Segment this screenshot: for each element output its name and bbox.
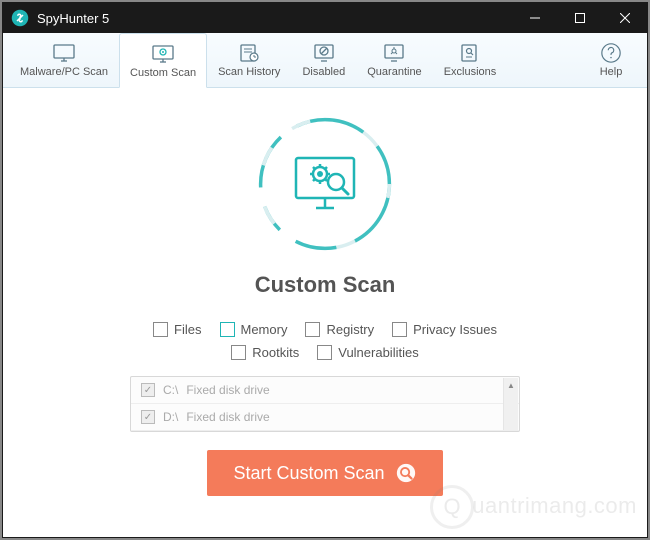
scan-action-icon bbox=[395, 462, 417, 484]
drive-desc: Fixed disk drive bbox=[186, 383, 269, 397]
app-icon bbox=[11, 9, 29, 27]
tab-disabled[interactable]: Disabled bbox=[291, 33, 356, 87]
option-privacy-issues[interactable]: Privacy Issues bbox=[392, 322, 497, 337]
main-content: Custom Scan Files Memory Registry Privac bbox=[3, 88, 647, 537]
tab-label: Exclusions bbox=[444, 66, 497, 78]
drive-desc: Fixed disk drive bbox=[186, 410, 269, 424]
start-scan-button[interactable]: Start Custom Scan bbox=[207, 450, 442, 496]
tab-scan-history[interactable]: Scan History bbox=[207, 33, 291, 87]
blocked-icon bbox=[312, 42, 336, 64]
quarantine-icon bbox=[382, 42, 406, 64]
checkbox-icon bbox=[305, 322, 320, 337]
tab-malware-scan[interactable]: Malware/PC Scan bbox=[9, 33, 119, 87]
drive-letter: D:\ bbox=[163, 410, 178, 424]
tab-label: Custom Scan bbox=[130, 67, 196, 79]
window-title: SpyHunter 5 bbox=[37, 11, 512, 26]
checkbox-icon bbox=[220, 322, 235, 337]
tab-label: Disabled bbox=[302, 66, 345, 78]
minimize-button[interactable] bbox=[512, 3, 557, 33]
start-button-label: Start Custom Scan bbox=[233, 463, 384, 484]
hero-graphic bbox=[255, 114, 395, 254]
checkbox-icon bbox=[317, 345, 332, 360]
tab-custom-scan[interactable]: Custom Scan bbox=[119, 33, 207, 88]
tab-label: Scan History bbox=[218, 66, 280, 78]
maximize-button[interactable] bbox=[557, 3, 602, 33]
exclusions-icon bbox=[458, 42, 482, 64]
window-controls bbox=[512, 3, 647, 33]
option-rootkits[interactable]: Rootkits bbox=[231, 345, 299, 360]
scan-options: Files Memory Registry Privacy Issues bbox=[153, 322, 497, 360]
checkbox-icon bbox=[231, 345, 246, 360]
scrollbar[interactable]: ▲ bbox=[503, 378, 518, 430]
scroll-up-icon: ▲ bbox=[504, 378, 518, 393]
app-window: SpyHunter 5 Malware/PC Scan Custom Scan bbox=[2, 2, 648, 538]
history-icon bbox=[237, 42, 261, 64]
checkbox-icon bbox=[153, 322, 168, 337]
option-files[interactable]: Files bbox=[153, 322, 201, 337]
checkbox-checked-icon: ✓ bbox=[141, 410, 155, 424]
help-icon bbox=[599, 42, 623, 64]
tab-exclusions[interactable]: Exclusions bbox=[433, 33, 508, 87]
checkbox-icon bbox=[392, 322, 407, 337]
drive-row[interactable]: ✓ C:\ Fixed disk drive bbox=[131, 377, 519, 404]
help-label: Help bbox=[600, 66, 623, 78]
option-registry[interactable]: Registry bbox=[305, 322, 374, 337]
watermark: Quantrimang.com bbox=[430, 485, 637, 529]
titlebar: SpyHunter 5 bbox=[3, 3, 647, 33]
tab-label: Malware/PC Scan bbox=[20, 66, 108, 78]
option-vulnerabilities[interactable]: Vulnerabilities bbox=[317, 345, 418, 360]
drive-row[interactable]: ✓ D:\ Fixed disk drive bbox=[131, 404, 519, 431]
help-button[interactable]: Help bbox=[581, 33, 641, 87]
checkbox-checked-icon: ✓ bbox=[141, 383, 155, 397]
monitor-gear-icon bbox=[151, 43, 175, 65]
tab-quarantine[interactable]: Quarantine bbox=[356, 33, 432, 87]
close-button[interactable] bbox=[602, 3, 647, 33]
drive-list: ✓ C:\ Fixed disk drive ✓ D:\ Fixed disk … bbox=[130, 376, 520, 432]
drive-letter: C:\ bbox=[163, 383, 178, 397]
page-heading: Custom Scan bbox=[255, 272, 396, 298]
option-memory[interactable]: Memory bbox=[220, 322, 288, 337]
monitor-icon bbox=[52, 42, 76, 64]
toolbar: Malware/PC Scan Custom Scan Scan History… bbox=[3, 33, 647, 88]
tab-label: Quarantine bbox=[367, 66, 421, 78]
